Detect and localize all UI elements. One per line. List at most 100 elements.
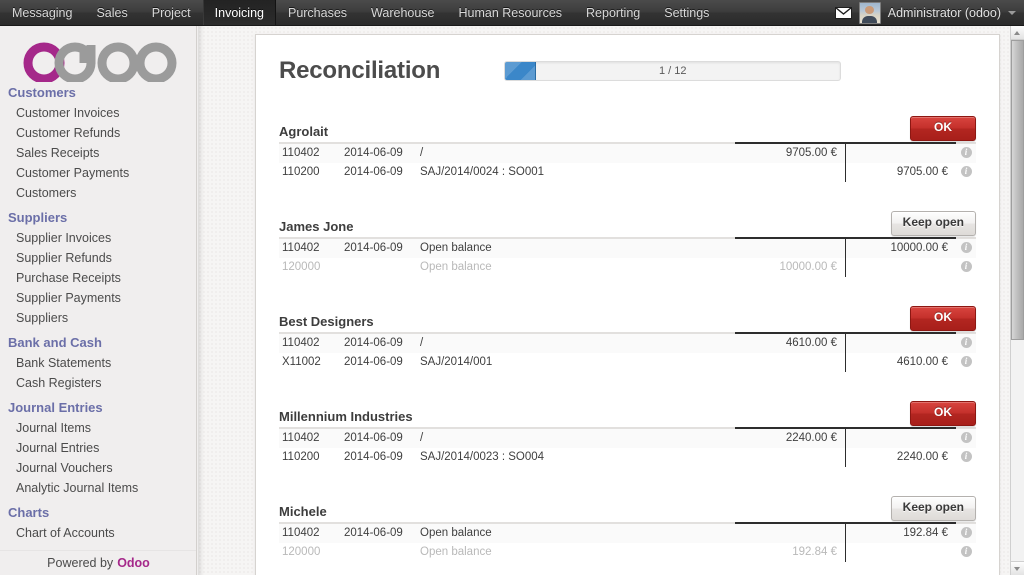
row-reference: SAJ/2014/0024 : SO001 — [420, 166, 545, 178]
row-reference: SAJ/2014/0023 : SO004 — [420, 451, 545, 463]
row-debit: 2240.00 € — [735, 429, 846, 448]
menu-item-purchases[interactable]: Purchases — [276, 0, 359, 25]
scroll-up-arrow[interactable] — [1011, 26, 1024, 40]
sidebar-item-bank-statements[interactable]: Bank Statements — [0, 353, 196, 373]
partner-name: Michele — [279, 504, 327, 519]
row-reference: Open balance — [420, 239, 735, 258]
main-menu: Messaging Sales Project Invoicing Purchases W… — [0, 0, 721, 25]
row-reference: SAJ/2014/001 — [420, 356, 493, 368]
sidebar-section-customers: Customers — [8, 85, 76, 100]
row-credit — [845, 543, 956, 562]
sidebar-item-journal-vouchers[interactable]: Journal Vouchers — [0, 458, 196, 478]
sidebar-item-analytic-journal-items[interactable]: Analytic Journal Items — [0, 478, 196, 498]
chevron-down-icon[interactable] — [1008, 10, 1016, 15]
menu-item-sales[interactable]: Sales — [84, 0, 139, 25]
row-credit — [845, 144, 956, 163]
keep-open-button[interactable]: Keep open — [890, 496, 976, 521]
menu-item-human-resources[interactable]: Human Resources — [447, 0, 575, 25]
row-reference: Open balance — [420, 546, 492, 558]
row-date: 2014-06-09 — [344, 451, 403, 463]
sidebar-item-cash-registers[interactable]: Cash Registers — [0, 373, 196, 393]
table-row[interactable]: X11002 2014-06-09 SAJ/2014/001 4610.00 € — [279, 353, 976, 372]
sidebar-item-journal-entries[interactable]: Journal Entries — [0, 438, 196, 458]
ok-button[interactable]: OK — [910, 401, 976, 426]
row-credit — [845, 334, 956, 353]
info-icon[interactable] — [960, 336, 972, 349]
sidebar-item-sales-receipts[interactable]: Sales Receipts — [0, 143, 196, 163]
row-date: 2014-06-09 — [344, 144, 420, 163]
block-action-slot: OK — [910, 401, 976, 426]
table-row[interactable]: 110402 2014-06-09/2240.00 € — [279, 429, 976, 448]
vertical-scrollbar[interactable] — [1010, 26, 1024, 575]
progress-bar[interactable]: 1 / 12 — [504, 61, 842, 81]
row-info-cell — [956, 258, 976, 277]
scroll-thumb[interactable] — [1011, 40, 1024, 340]
sidebar-item-customer-invoices[interactable]: Customer Invoices — [0, 103, 196, 123]
row-info-cell — [956, 448, 976, 467]
menu-item-reporting[interactable]: Reporting — [574, 0, 652, 25]
table-row[interactable]: 110402 2014-06-09 Open balance 10000.00 € — [279, 239, 976, 258]
sidebar-section-journal-entries: Journal Entries — [8, 400, 103, 415]
menu-item-settings[interactable]: Settings — [652, 0, 721, 25]
table-row[interactable]: 110402 2014-06-09/9705.00 € — [279, 144, 976, 163]
info-icon[interactable] — [960, 165, 972, 178]
sidebar-item-customers[interactable]: Customers — [0, 183, 196, 203]
row-reference: / — [420, 334, 735, 353]
sidebar-item-journal-items[interactable]: Journal Items — [0, 418, 196, 438]
table-row[interactable]: 120000 Open balance 10000.00 € — [279, 258, 976, 277]
info-icon[interactable] — [960, 545, 972, 558]
sidebar-item-supplier-refunds[interactable]: Supplier Refunds — [0, 248, 196, 268]
table-row[interactable]: 120000 Open balance 192.84 € — [279, 543, 976, 562]
progress-bar-label: 1 / 12 — [658, 65, 687, 77]
row-reference: Open balance — [420, 261, 492, 273]
powered-by-text: Powered by — [47, 556, 114, 570]
reconciliation-table: 1104022014-06-09Open balance192.84 €1200… — [279, 522, 976, 562]
sidebar-section-suppliers: Suppliers — [8, 210, 68, 225]
sidebar-item-supplier-invoices[interactable]: Supplier Invoices — [0, 228, 196, 248]
sidebar-item-customer-refunds[interactable]: Customer Refunds — [0, 123, 196, 143]
sidebar-item-supplier-payments[interactable]: Supplier Payments — [0, 288, 196, 308]
menu-item-warehouse[interactable]: Warehouse — [359, 0, 446, 25]
table-row[interactable]: 110200 2014-06-09 SAJ/2014/0023 : SO004 224… — [279, 448, 976, 467]
page-title: Reconciliation — [279, 57, 441, 84]
info-icon[interactable] — [960, 146, 972, 159]
row-debit — [735, 163, 846, 182]
reconciliation-panel: Reconciliation 1 / 12 Agrolait OK 110402 20… — [255, 34, 1000, 575]
odoo-brand-link[interactable]: Odoo — [117, 556, 150, 570]
table-row[interactable]: 110200 2014-06-09 SAJ/2014/0024 : SO001 970… — [279, 163, 976, 182]
menu-item-invoicing[interactable]: Invoicing — [202, 0, 276, 25]
ok-button[interactable]: OK — [910, 116, 976, 141]
reconciliation-header: Reconciliation 1 / 12 — [279, 57, 976, 85]
user-avatar[interactable] — [858, 1, 881, 24]
info-icon[interactable] — [960, 355, 972, 368]
row-info-cell — [956, 543, 976, 562]
sidebar-item-suppliers[interactable]: Suppliers — [0, 308, 196, 328]
row-credit: 4610.00 € — [845, 353, 956, 372]
menu-item-messaging[interactable]: Messaging — [0, 0, 84, 25]
row-date — [344, 258, 420, 277]
user-name-label[interactable]: Administrator (odoo) — [888, 6, 1001, 20]
table-row[interactable]: 110402 2014-06-09/4610.00 € — [279, 334, 976, 353]
info-icon[interactable] — [960, 241, 972, 254]
row-account: 110402 — [279, 334, 344, 353]
odoo-logo[interactable] — [0, 26, 196, 82]
row-debit — [735, 448, 846, 467]
info-icon[interactable] — [960, 260, 972, 273]
keep-open-button[interactable]: Keep open — [890, 211, 976, 236]
ok-button[interactable]: OK — [910, 306, 976, 331]
row-date: 2014-06-09 — [344, 356, 403, 368]
info-icon[interactable] — [960, 526, 972, 539]
reconciliation-block: Michele Keep open 110402 2014-06-09 Open bal… — [279, 493, 976, 562]
row-info-cell — [956, 144, 976, 163]
envelope-icon[interactable] — [834, 6, 852, 19]
sidebar-item-purchase-receipts[interactable]: Purchase Receipts — [0, 268, 196, 288]
sidebar-item-customer-payments[interactable]: Customer Payments — [0, 163, 196, 183]
scroll-down-arrow[interactable] — [1011, 561, 1024, 575]
row-credit — [845, 258, 956, 277]
info-icon[interactable] — [960, 431, 972, 444]
table-row[interactable]: 110402 2014-06-09 Open balance 192.84 € — [279, 524, 976, 543]
menu-item-project[interactable]: Project — [140, 0, 203, 25]
info-icon[interactable] — [960, 450, 972, 463]
row-date: 2014-06-09 — [344, 166, 403, 178]
sidebar-item-chart-of-accounts[interactable]: Chart of Accounts — [0, 523, 196, 543]
